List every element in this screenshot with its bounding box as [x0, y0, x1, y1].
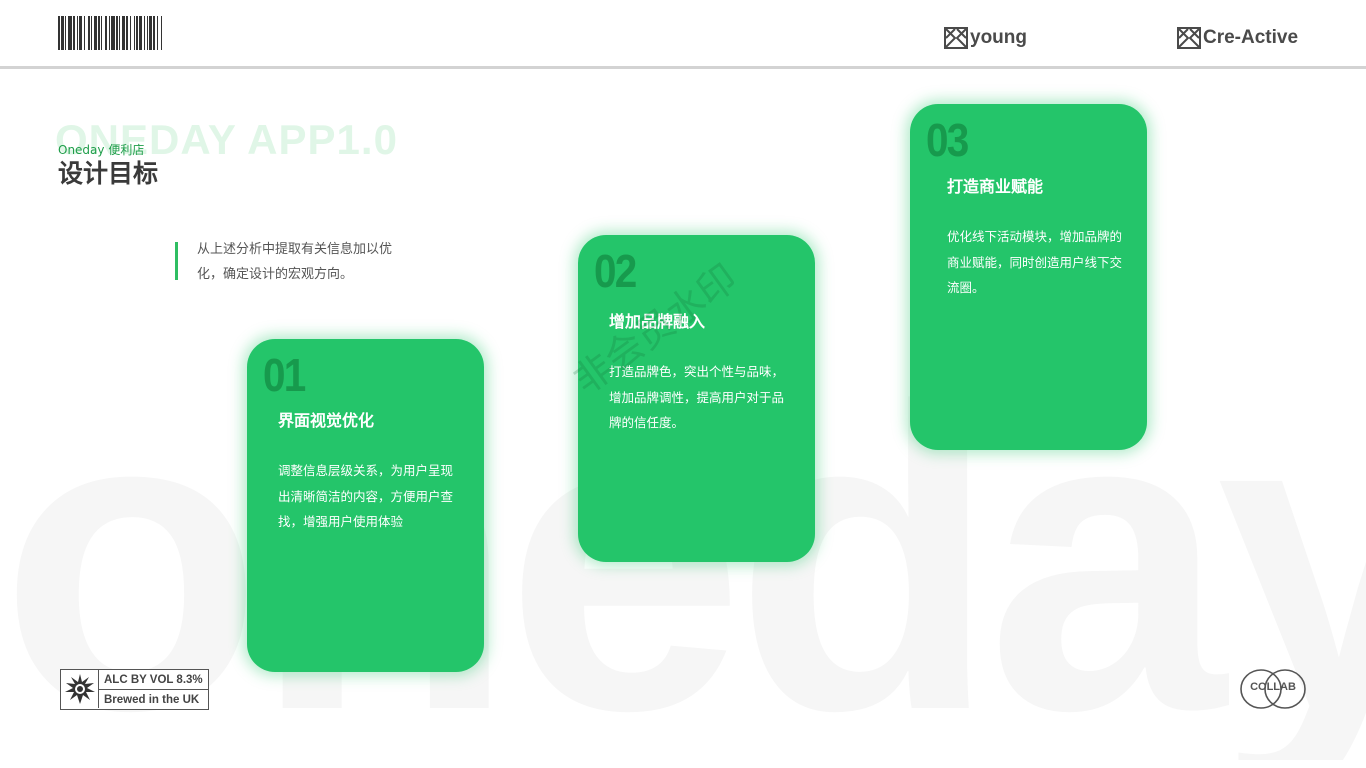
intro-accent-bar	[175, 242, 178, 280]
header-divider	[0, 66, 1366, 69]
brand-cre-active: Cre-Active	[1177, 26, 1298, 50]
card-title: 增加品牌融入	[609, 312, 706, 331]
brand-young: young	[944, 26, 1027, 50]
card-title: 打造商业赋能	[947, 177, 1044, 196]
goal-card-1: 01 界面视觉优化 调整信息层级关系，为用户呈现出清晰简洁的内容，方便用户查找，…	[247, 339, 484, 672]
alc-badge: ALC BY VOL 8.3% Brewed in the UK	[60, 669, 209, 710]
card-description: 打造品牌色，突出个性与品味，增加品牌调性，提高用户对于品牌的信任度。	[609, 364, 785, 430]
card-number: 02	[594, 245, 637, 297]
collab-label: COLLAB	[1250, 681, 1296, 693]
brand-young-label: young	[970, 27, 1027, 48]
seal-icon	[61, 670, 99, 708]
hourglass-icon	[944, 27, 968, 49]
brand-cre-active-label: Cre-Active	[1203, 27, 1299, 48]
card-number: 01	[263, 349, 306, 401]
header: young Cre-Active	[0, 0, 1366, 69]
hourglass-icon	[1177, 27, 1201, 49]
page-title: 设计目标	[58, 159, 159, 188]
card-description: 调整信息层级关系，为用户呈现出清晰简洁的内容，方便用户查找，增强用户使用体验	[278, 463, 454, 529]
card-number: 03	[926, 114, 969, 166]
badge-alc-text: ALC BY VOL 8.3%	[99, 670, 208, 690]
barcode-graphic	[58, 16, 274, 50]
goal-card-3: 03 打造商业赋能 优化线下活动模块，增加品牌的商业赋能，同时创造用户线下交流圈…	[910, 104, 1147, 450]
card-description: 优化线下活动模块，增加品牌的商业赋能，同时创造用户线下交流圈。	[947, 229, 1123, 295]
goal-card-2: 02 增加品牌融入 打造品牌色，突出个性与品味，增加品牌调性，提高用户对于品牌的…	[578, 235, 815, 562]
intro-text: 从上述分析中提取有关信息加以优化，确定设计的宏观方向。	[197, 242, 393, 282]
badge-brewed-text: Brewed in the UK	[104, 693, 200, 706]
card-title: 界面视觉优化	[278, 411, 375, 430]
collab-logo: COLLAB	[1239, 667, 1307, 711]
